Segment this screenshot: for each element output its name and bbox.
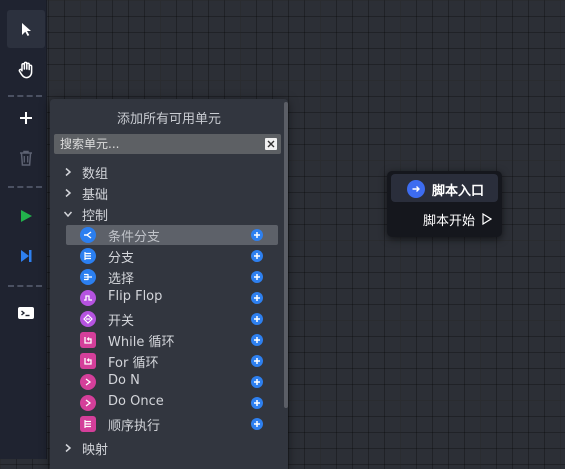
unit-item-if-branch[interactable]: 条件分支 bbox=[66, 225, 278, 245]
unit-item-select[interactable]: 选择 bbox=[66, 267, 278, 287]
add-unit-button[interactable] bbox=[251, 397, 263, 409]
unit-item-gate[interactable]: 开关 bbox=[66, 309, 278, 329]
chevron-right-icon bbox=[65, 443, 72, 453]
unit-item-label: 条件分支 bbox=[108, 230, 161, 245]
delete-button[interactable] bbox=[7, 139, 45, 177]
toolbar-divider bbox=[8, 95, 42, 97]
add-unit-panel: 添加所有可用单元 数组 基础 控制 条件分支 bbox=[50, 99, 288, 469]
plus-icon bbox=[254, 379, 260, 385]
node-output-label: 脚本开始 bbox=[423, 214, 476, 229]
node-header: 脚本入口 bbox=[391, 174, 498, 202]
add-unit-button[interactable] bbox=[251, 313, 263, 325]
search-input[interactable] bbox=[54, 134, 254, 154]
unit-item-switch[interactable]: 分支 bbox=[66, 246, 278, 266]
gate-icon bbox=[80, 311, 96, 327]
toolbar bbox=[0, 0, 47, 459]
category-label: 基础 bbox=[82, 188, 109, 203]
panel-title: 添加所有可用单元 bbox=[116, 112, 221, 127]
toolbar-divider bbox=[8, 285, 42, 287]
close-icon bbox=[267, 140, 275, 148]
add-unit-button[interactable] bbox=[251, 250, 263, 262]
plus-icon bbox=[254, 421, 260, 427]
console-button[interactable] bbox=[7, 294, 45, 332]
unit-item-label: Do N bbox=[108, 373, 140, 388]
plus-icon bbox=[254, 358, 260, 364]
add-unit-button[interactable] bbox=[251, 355, 263, 367]
trash-icon bbox=[20, 150, 32, 166]
branch-if-icon bbox=[80, 227, 96, 243]
sequence-icon bbox=[80, 416, 96, 432]
chevron-right-icon bbox=[65, 167, 72, 177]
script-entry-node[interactable]: 脚本入口 脚本开始 bbox=[387, 171, 502, 237]
unit-item-label: 分支 bbox=[108, 251, 135, 266]
unit-item-label: 开关 bbox=[108, 314, 135, 329]
flip-flop-icon bbox=[80, 290, 96, 306]
plus-icon bbox=[254, 337, 260, 343]
select-tool-button[interactable] bbox=[7, 10, 45, 48]
plus-icon bbox=[254, 232, 260, 238]
category-array[interactable]: 数组 bbox=[50, 162, 288, 182]
unit-item-label: 顺序执行 bbox=[108, 419, 161, 434]
unit-item-sequence[interactable]: 顺序执行 bbox=[66, 414, 278, 434]
unit-item-do-once[interactable]: Do Once bbox=[66, 393, 278, 413]
add-unit-button[interactable] bbox=[251, 229, 263, 241]
hand-pan-icon bbox=[18, 61, 33, 79]
plus-icon bbox=[254, 253, 260, 259]
plus-icon bbox=[254, 274, 260, 280]
chevron-right-icon bbox=[65, 188, 72, 198]
step-button[interactable] bbox=[7, 237, 45, 275]
chevron-down-icon bbox=[63, 211, 73, 218]
category-map[interactable]: 映射 bbox=[50, 438, 288, 458]
unit-item-flip-flop[interactable]: Flip Flop bbox=[66, 288, 278, 308]
arrow-right-icon bbox=[407, 180, 425, 198]
do-n-icon bbox=[80, 374, 96, 390]
category-label: 数组 bbox=[82, 167, 109, 182]
unit-item-label: For 循环 bbox=[108, 356, 159, 371]
output-port-icon[interactable] bbox=[482, 213, 492, 225]
panel-scrollbar[interactable] bbox=[284, 102, 288, 408]
node-title: 脚本入口 bbox=[432, 184, 485, 199]
category-label: 映射 bbox=[82, 443, 109, 458]
switch-icon bbox=[80, 248, 96, 264]
select-pointer-icon bbox=[22, 23, 31, 36]
run-button[interactable] bbox=[7, 197, 45, 235]
search-box bbox=[54, 134, 281, 154]
pan-tool-button[interactable] bbox=[7, 51, 45, 89]
toolbar-divider bbox=[8, 186, 42, 188]
console-icon bbox=[18, 307, 34, 319]
plus-icon bbox=[254, 316, 260, 322]
unit-item-label: Do Once bbox=[108, 394, 164, 409]
unit-item-label: Flip Flop bbox=[108, 289, 163, 304]
unit-item-label: While 循环 bbox=[108, 335, 175, 350]
add-unit-button[interactable] bbox=[251, 334, 263, 346]
unit-item-for-loop[interactable]: For 循环 bbox=[66, 351, 278, 371]
plus-icon bbox=[254, 400, 260, 406]
for-loop-icon bbox=[80, 353, 96, 369]
add-unit-button[interactable] bbox=[251, 292, 263, 304]
plus-icon bbox=[254, 295, 260, 301]
step-icon bbox=[21, 250, 32, 262]
do-once-icon bbox=[80, 395, 96, 411]
unit-item-label: 选择 bbox=[108, 272, 135, 287]
add-unit-button[interactable] bbox=[251, 376, 263, 388]
category-basic[interactable]: 基础 bbox=[50, 183, 288, 203]
add-unit-button[interactable] bbox=[251, 418, 263, 430]
play-icon bbox=[21, 210, 32, 222]
category-control[interactable]: 控制 bbox=[50, 204, 288, 224]
clear-search-button[interactable] bbox=[265, 138, 277, 150]
add-node-button[interactable] bbox=[7, 99, 45, 137]
add-unit-button[interactable] bbox=[251, 271, 263, 283]
unit-item-while-loop[interactable]: While 循环 bbox=[66, 330, 278, 350]
add-plus-icon bbox=[20, 112, 32, 124]
select-icon bbox=[80, 269, 96, 285]
unit-item-do-n[interactable]: Do N bbox=[66, 372, 278, 392]
while-loop-icon bbox=[80, 332, 96, 348]
category-label: 控制 bbox=[82, 209, 109, 224]
